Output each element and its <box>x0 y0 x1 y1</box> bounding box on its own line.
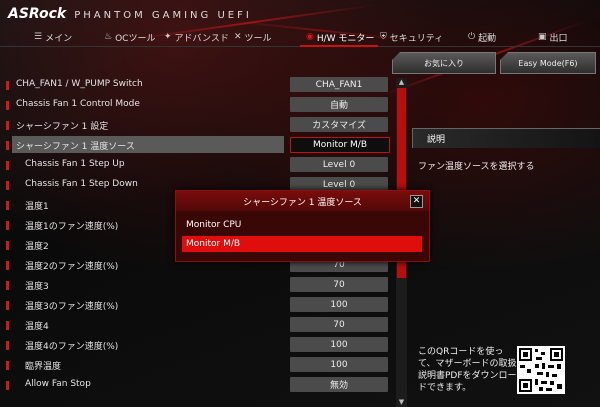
row-marker <box>6 241 9 250</box>
nav-tab-label: OCツール <box>115 33 156 44</box>
row-marker <box>6 101 9 110</box>
easy-mode-button[interactable]: Easy Mode(F6) <box>500 52 596 74</box>
dialog-option[interactable]: Monitor CPU <box>182 217 422 233</box>
setting-label: 温度2 <box>25 242 49 252</box>
row-marker <box>6 181 9 190</box>
nav-divider <box>0 45 600 47</box>
nav-tab-label: ツール <box>244 33 272 44</box>
setting-value[interactable]: 100 <box>290 357 388 372</box>
setting-row[interactable]: 温度4 70 <box>6 316 396 334</box>
setting-row[interactable]: シャーシファン 1 温度ソース Monitor M/B <box>6 136 396 154</box>
close-icon[interactable]: ✕ <box>410 195 423 208</box>
nav-tab-1[interactable]: ♨ OCツール <box>104 28 155 46</box>
nav-tab-5[interactable]: ⛨ セキュリティ <box>380 28 443 46</box>
star-icon: ✦ <box>164 32 172 42</box>
nav-tab-7[interactable]: ▣ 出口 <box>538 28 568 46</box>
row-marker <box>6 261 9 270</box>
row-marker <box>6 81 9 90</box>
setting-value[interactable]: 自動 <box>290 97 388 112</box>
setting-label: 温度4 <box>25 322 49 332</box>
list-icon: ☰ <box>34 32 43 42</box>
nav-tab-label: アドバンスド <box>174 33 229 44</box>
nav-tab-label: 起動 <box>478 33 497 44</box>
scroll-up-icon[interactable]: ▲ <box>396 78 407 87</box>
setting-row[interactable]: CHA_FAN1 / W_PUMP Switch CHA_FAN1 <box>6 76 396 94</box>
row-marker <box>6 361 9 370</box>
setting-label: 温度2のファン速度(%) <box>25 262 119 272</box>
row-marker <box>6 121 9 130</box>
nav-tab-0[interactable]: ☰ メイン <box>34 28 72 46</box>
setting-label: Chassis Fan 1 Step Up <box>25 159 125 169</box>
row-marker <box>6 321 9 330</box>
setting-value[interactable]: 無効 <box>290 377 388 392</box>
setting-value[interactable]: 100 <box>290 297 388 312</box>
setting-value[interactable]: 100 <box>290 337 388 352</box>
setting-value[interactable]: Monitor M/B <box>290 137 390 153</box>
setting-row[interactable]: 温度3のファン速度(%) 100 <box>6 296 396 314</box>
qr-caption: このQRコードを使って、マザーボードの取扱説明書PDFをダウンロードできます。 <box>418 347 517 393</box>
setting-row[interactable]: Allow Fan Stop 無効 <box>6 376 396 394</box>
setting-row[interactable]: 温度3 70 <box>6 276 396 294</box>
setting-row[interactable]: 温度4のファン速度(%) 100 <box>6 336 396 354</box>
setting-value[interactable]: カスタマイズ <box>290 117 388 132</box>
row-marker <box>6 281 9 290</box>
row-marker <box>6 201 9 210</box>
row-marker <box>6 161 9 170</box>
setting-label: Allow Fan Stop <box>25 379 91 389</box>
setting-label: 温度1 <box>25 202 49 212</box>
nav-tab-3[interactable]: ✕ ツール <box>234 28 272 46</box>
nav-tab-label: 出口 <box>549 33 568 44</box>
flame-icon: ♨ <box>104 32 113 42</box>
setting-value[interactable]: Level 0 <box>290 157 388 172</box>
setting-label: 臨界温度 <box>25 362 62 372</box>
monitor-icon: ◉ <box>306 32 314 42</box>
favorite-button[interactable]: お気に入り <box>392 52 496 74</box>
setting-value[interactable]: 70 <box>290 277 388 292</box>
dialog-title: シャーシファン 1 温度ソース <box>176 191 429 211</box>
shield-icon: ⛨ <box>380 32 387 42</box>
setting-label: 温度4のファン速度(%) <box>25 342 119 352</box>
description-heading: 説明 <box>412 128 600 148</box>
setting-label: 温度3 <box>25 282 49 292</box>
setting-label: シャーシファン 1 設定 <box>16 122 109 132</box>
power-icon: ⏻ <box>468 32 476 42</box>
row-marker <box>6 301 9 310</box>
nav-tab-4[interactable]: ◉ H/W モニター <box>306 28 374 46</box>
temperature-source-dialog: シャーシファン 1 温度ソース ✕ Monitor CPU Monitor M/B <box>175 190 430 262</box>
setting-label: 温度1のファン速度(%) <box>25 222 119 232</box>
asrock-logo: ASRock PHANTOM GAMING UEFI <box>8 6 252 22</box>
scroll-down-icon[interactable]: ▼ <box>396 398 407 407</box>
nav-tab-2[interactable]: ✦ アドバンスド <box>164 28 229 46</box>
tools-icon: ✕ <box>234 32 242 42</box>
setting-label: 温度3のファン速度(%) <box>25 302 119 312</box>
setting-label: Chassis Fan 1 Control Mode <box>16 99 140 109</box>
setting-row[interactable]: Chassis Fan 1 Step Up Level 0 <box>6 156 396 174</box>
dialog-option[interactable]: Monitor M/B <box>182 236 422 252</box>
nav-tab-label: H/W モニター <box>316 33 375 44</box>
setting-row[interactable]: 臨界温度 100 <box>6 356 396 374</box>
setting-row[interactable]: Chassis Fan 1 Control Mode 自動 <box>6 96 396 114</box>
exit-icon: ▣ <box>538 32 547 42</box>
row-marker <box>6 141 9 150</box>
setting-value[interactable]: CHA_FAN1 <box>290 77 388 92</box>
row-marker <box>6 341 9 350</box>
nav-tab-label: メイン <box>45 33 73 44</box>
nav-tab-6[interactable]: ⏻ 起動 <box>468 28 496 46</box>
description-text: ファン温度ソースを選択する <box>418 162 535 172</box>
setting-row[interactable]: シャーシファン 1 設定 カスタマイズ <box>6 116 396 134</box>
setting-value[interactable]: 70 <box>290 317 388 332</box>
row-marker <box>6 221 9 230</box>
setting-label: CHA_FAN1 / W_PUMP Switch <box>16 79 143 89</box>
row-marker <box>6 381 9 390</box>
qr-code-icon <box>517 346 565 394</box>
setting-label: Chassis Fan 1 Step Down <box>25 179 138 189</box>
nav-tab-label: セキュリティ <box>389 33 444 44</box>
setting-label: シャーシファン 1 温度ソース <box>16 142 135 152</box>
